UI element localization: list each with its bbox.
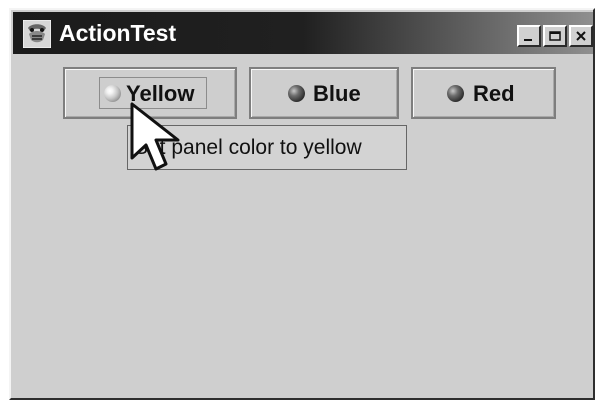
content-panel: Yellow Blue Red Set panel color to yello… bbox=[13, 54, 593, 398]
app-window: ActionTest Yellow Blue Red Set panel col… bbox=[9, 8, 595, 400]
blue-button-face: Blue bbox=[251, 69, 397, 117]
radio-ball-icon bbox=[288, 85, 305, 102]
close-button[interactable] bbox=[569, 25, 593, 47]
yellow-button-label: Yellow bbox=[126, 81, 195, 106]
app-icon[interactable] bbox=[22, 19, 52, 49]
maximize-icon bbox=[549, 31, 561, 41]
red-button[interactable]: Red bbox=[411, 67, 556, 119]
maximize-button[interactable] bbox=[543, 25, 567, 47]
red-button-label: Red bbox=[473, 81, 515, 106]
window-title: ActionTest bbox=[59, 20, 177, 46]
radio-ball-icon bbox=[447, 85, 464, 102]
title-bar[interactable]: ActionTest bbox=[13, 12, 593, 54]
blue-button[interactable]: Blue bbox=[249, 67, 399, 119]
close-icon bbox=[576, 31, 586, 41]
yellow-button[interactable]: Yellow bbox=[63, 67, 237, 119]
radio-ball-icon bbox=[104, 85, 121, 102]
minimize-icon bbox=[524, 39, 532, 41]
tooltip: Set panel color to yellow bbox=[127, 125, 407, 170]
yellow-button-face: Yellow bbox=[65, 69, 235, 117]
minimize-button[interactable] bbox=[517, 25, 541, 47]
red-button-face: Red bbox=[413, 69, 554, 117]
blue-button-label: Blue bbox=[313, 81, 361, 106]
tooltip-text: Set panel color to yellow bbox=[134, 136, 362, 159]
